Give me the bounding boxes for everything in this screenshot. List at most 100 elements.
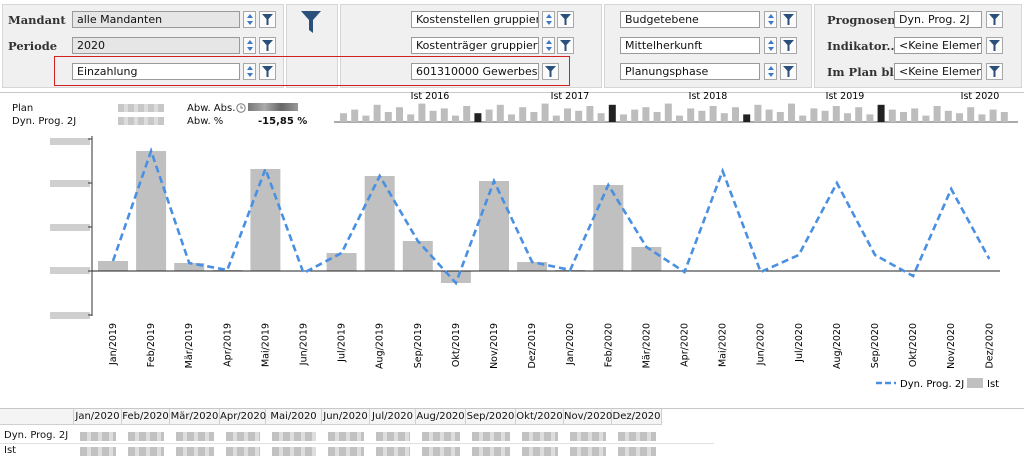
mittelherkunft-spinner[interactable] bbox=[764, 37, 777, 54]
table-cell-redacted bbox=[422, 447, 460, 456]
y-tick-label-redacted bbox=[50, 138, 90, 145]
table-cell-redacted bbox=[226, 447, 260, 456]
table-col-header[interactable]: Feb/2020 bbox=[122, 409, 170, 425]
table-col-header[interactable]: Nov/2020 bbox=[564, 409, 612, 425]
table-col-header[interactable]: Dez/2020 bbox=[612, 409, 662, 425]
mittelherkunft-filter-button[interactable] bbox=[780, 37, 797, 54]
periode-spinner[interactable] bbox=[243, 37, 256, 54]
bar-ist-Feb/2020 bbox=[593, 185, 624, 271]
mandant-field[interactable]: alle Mandanten bbox=[72, 11, 240, 28]
x-tick-label: Sep/2020 bbox=[870, 323, 881, 368]
x-tick-label: Dez/2020 bbox=[984, 323, 995, 369]
bar-ist-Jul/2019 bbox=[326, 253, 357, 271]
x-tick-label: Dez/2019 bbox=[527, 323, 538, 369]
filter-icon bbox=[262, 14, 273, 25]
table-cell-redacted bbox=[472, 447, 510, 456]
table-col-header[interactable]: Aug/2020 bbox=[416, 409, 466, 425]
kostentraeger-filter-button[interactable] bbox=[557, 37, 574, 54]
x-tick-label: Mai/2020 bbox=[718, 323, 729, 367]
filter-icon bbox=[989, 40, 1000, 51]
mandant-filter-button[interactable] bbox=[259, 11, 276, 28]
filter-icon bbox=[560, 40, 571, 51]
kostenstellen-spinner[interactable] bbox=[542, 11, 555, 28]
x-tick-label: Jun/2019 bbox=[299, 323, 310, 366]
y-tick-label-redacted bbox=[50, 267, 90, 274]
bar-ist-Jan/2019 bbox=[98, 261, 128, 271]
legend-label-prog: Dyn. Prog. 2J bbox=[900, 379, 964, 390]
filter-icon bbox=[783, 66, 794, 77]
budgetebene-spinner[interactable] bbox=[764, 11, 777, 28]
im-plan-filter-button[interactable] bbox=[986, 63, 1003, 80]
table-cell-redacted bbox=[522, 432, 558, 441]
table-cell-redacted bbox=[80, 432, 116, 441]
prognosen-filter-button[interactable] bbox=[986, 11, 1003, 28]
x-tick-label: Okt/2020 bbox=[908, 323, 919, 367]
table-cell-redacted bbox=[226, 432, 260, 441]
filter-panel: Mandant alle Mandanten Periode 2020 Einz… bbox=[0, 0, 1024, 93]
table-col-header[interactable]: Jul/2020 bbox=[370, 409, 416, 425]
kostentraeger-field[interactable]: Kostenträger gruppiert bbox=[411, 37, 539, 54]
table-corner bbox=[0, 409, 74, 425]
x-tick-label: Nov/2019 bbox=[489, 323, 500, 369]
x-tick-label: Feb/2019 bbox=[146, 323, 157, 367]
filter-icon bbox=[783, 14, 794, 25]
planungsphase-filter-button[interactable] bbox=[780, 63, 797, 80]
periode-field[interactable]: 2020 bbox=[72, 37, 240, 54]
x-tick-label: Jan/2020 bbox=[565, 323, 576, 366]
mittelherkunft-field[interactable]: Mittelherkunft bbox=[620, 37, 760, 54]
table-cell-redacted bbox=[422, 432, 460, 441]
table-row-label: Ist bbox=[4, 445, 17, 456]
table-cell-redacted bbox=[176, 447, 214, 456]
planungsphase-field[interactable]: Planungsphase bbox=[620, 63, 760, 80]
funnel-icon[interactable] bbox=[301, 11, 321, 33]
periode-filter-button[interactable] bbox=[259, 37, 276, 54]
indikator-label: Indikator... bbox=[827, 39, 899, 53]
indikator-filter-button[interactable] bbox=[986, 37, 1003, 54]
filter-icon bbox=[262, 40, 273, 51]
table-cell-redacted bbox=[272, 447, 316, 456]
table-cell-redacted bbox=[618, 432, 656, 441]
x-tick-label: Jun/2020 bbox=[756, 323, 767, 366]
bar-ist-Nov/2019 bbox=[479, 181, 509, 271]
filter-icon bbox=[989, 14, 1000, 25]
table-col-header[interactable]: Okt/2020 bbox=[516, 409, 564, 425]
highlight-box bbox=[54, 56, 570, 86]
table-col-header[interactable]: Apr/2020 bbox=[220, 409, 266, 425]
main-chart: Jan/2019 Feb/2019 Mär/2019 Apr/2019 Mai/2019… bbox=[50, 136, 1000, 390]
table-col-header[interactable]: Jan/2020 bbox=[74, 409, 122, 425]
table-cell-redacted bbox=[522, 447, 558, 456]
table-cell-redacted bbox=[376, 432, 410, 441]
table-col-header[interactable]: Sep/2020 bbox=[466, 409, 516, 425]
x-tick-label: Aug/2019 bbox=[375, 323, 386, 369]
table-cell-redacted bbox=[618, 447, 656, 456]
bar-ist-Mai/2019 bbox=[250, 169, 281, 271]
x-tick-label: Jul/2019 bbox=[337, 323, 348, 363]
table-cell-redacted bbox=[472, 432, 510, 441]
im-plan-field[interactable]: <Keine Elemen... bbox=[894, 63, 982, 80]
budgetebene-filter-button[interactable] bbox=[780, 11, 797, 28]
indikator-field[interactable]: <Keine Elemen... bbox=[894, 37, 982, 54]
y-tick-label-redacted bbox=[50, 224, 90, 231]
bar-ist-Mär/2020 bbox=[631, 247, 662, 271]
table-col-header[interactable]: Jun/2020 bbox=[322, 409, 370, 425]
x-tick-label: Okt/2019 bbox=[451, 323, 462, 367]
legend-label-ist: Ist bbox=[987, 379, 999, 390]
planungsphase-spinner[interactable] bbox=[764, 63, 777, 80]
prognosen-field[interactable]: Dyn. Prog. 2J bbox=[894, 11, 982, 28]
table-cell-redacted bbox=[128, 432, 164, 441]
kostenstellen-filter-button[interactable] bbox=[557, 11, 574, 28]
table-cell-redacted bbox=[128, 447, 164, 456]
budgetebene-field[interactable]: Budgetebene bbox=[620, 11, 760, 28]
kostentraeger-spinner[interactable] bbox=[542, 37, 555, 54]
table-col-header[interactable]: Mai/2020 bbox=[266, 409, 322, 425]
mandant-spinner[interactable] bbox=[243, 11, 256, 28]
kostenstellen-field[interactable]: Kostenstellen gruppiert bbox=[411, 11, 539, 28]
table-cell-redacted bbox=[80, 447, 116, 456]
x-tick-label: Mai/2019 bbox=[260, 323, 271, 367]
table-col-header[interactable]: Mär/2020 bbox=[170, 409, 220, 425]
table-cell-redacted bbox=[272, 432, 316, 441]
prognosen-label: Prognosen bbox=[827, 13, 896, 27]
table-row-label: Dyn. Prog. 2J bbox=[4, 430, 69, 441]
x-tick-label: Jul/2020 bbox=[794, 323, 805, 363]
table-cell-redacted bbox=[328, 432, 364, 441]
